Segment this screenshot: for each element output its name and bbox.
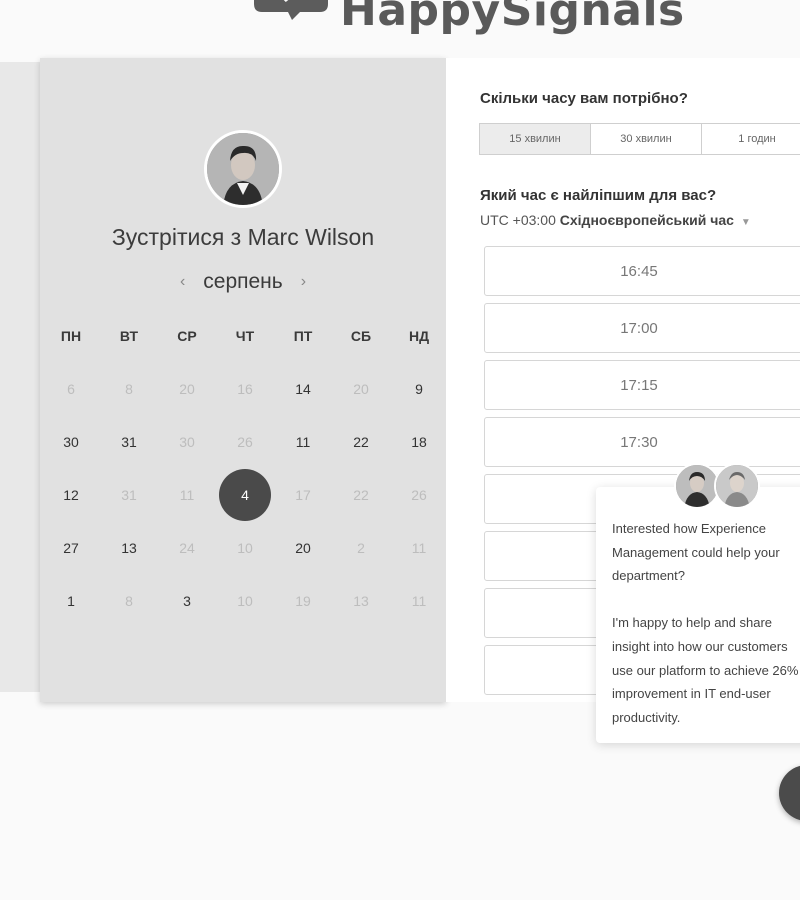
calendar-day[interactable]: 14 — [274, 362, 332, 415]
weekday-header: ПТ — [293, 328, 313, 344]
current-month: серпень — [203, 270, 283, 293]
timezone-name: Східноєвропейський час — [559, 212, 734, 228]
calendar-day: 10 — [237, 592, 253, 609]
timezone-offset: UTC +03:00 — [480, 212, 556, 228]
weekday-header: СР — [177, 328, 197, 344]
calendar-day: 10 — [237, 539, 253, 556]
host-avatar — [204, 130, 282, 208]
calendar-day[interactable]: 1 — [42, 574, 100, 627]
calendar-day: 11 — [179, 486, 195, 503]
calendar-day-selected[interactable]: 4 — [216, 468, 274, 521]
meeting-title: Зустрітися з Marc Wilson — [111, 224, 375, 250]
chat-launcher-button[interactable] — [779, 765, 800, 821]
weekday-header: ВТ — [119, 328, 139, 344]
duration-question: Скільки часу вам потрібно? — [480, 90, 688, 107]
month-navigator: ‹ серпень › — [40, 270, 446, 294]
weekday-header: СБ — [350, 328, 372, 344]
chat-message-text: Interested how Experience Management cou… — [612, 521, 799, 725]
weekday-header: ПН — [60, 328, 82, 344]
calendar-day: 13 — [353, 592, 369, 609]
timezone-selector[interactable]: UTC +03:00 Східноєвропейський час ▼ — [480, 212, 751, 228]
calendar-day: 11 — [411, 539, 427, 556]
calendar-day[interactable]: 30 — [42, 415, 100, 468]
duration-selector: 15 хвилин 30 хвилин 1 годин — [479, 123, 800, 155]
calendar-day[interactable]: 3 — [158, 574, 216, 627]
calendar-day[interactable]: 12 — [42, 468, 100, 521]
calendar-day: 20 — [353, 380, 369, 397]
calendar-day: 8 — [125, 380, 133, 397]
calendar-day: 31 — [121, 486, 137, 503]
duration-option-60[interactable]: 1 годин — [701, 123, 800, 155]
calendar-day[interactable]: 27 — [42, 521, 100, 574]
calendar-day[interactable]: 9 — [390, 362, 448, 415]
calendar-day[interactable]: 20 — [274, 521, 332, 574]
calendar-grid: ПН ВТ СР ЧТ ПТ СБ НД 6 8 20 16 14 20 9 30 31 30 26 11 22 18 1… — [40, 310, 446, 627]
calendar-day: 22 — [353, 486, 369, 503]
agent-avatar — [714, 463, 760, 509]
time-slot[interactable]: 16:45 — [484, 246, 800, 296]
background-panel-edge — [0, 62, 40, 692]
chat-agent-avatars — [674, 463, 764, 513]
caret-down-icon: ▼ — [740, 217, 751, 228]
time-slot[interactable]: 17:00 — [484, 303, 800, 353]
calendar-day: 2 — [357, 539, 365, 556]
calendar-day: 26 — [411, 486, 427, 503]
weekday-header: НД — [408, 328, 430, 344]
brand-name: HappySignals — [340, 0, 685, 36]
calendar-day: 6 — [67, 380, 75, 397]
calendar-day[interactable]: 22 — [332, 415, 390, 468]
time-slot[interactable]: 17:30 — [484, 417, 800, 467]
chat-message-card[interactable]: Interested how Experience Management cou… — [596, 487, 800, 743]
calendar-day: 26 — [237, 433, 253, 450]
calendar-day[interactable]: 31 — [100, 415, 158, 468]
calendar-day: 17 — [295, 486, 311, 503]
calendar-panel: Зустрітися з Marc Wilson ‹ серпень › ПН В… — [40, 58, 446, 702]
time-slot[interactable]: 17:15 — [484, 360, 800, 410]
calendar-day[interactable]: 11 — [274, 415, 332, 468]
speech-bubble-logo-icon — [252, 0, 330, 42]
calendar-day[interactable]: 18 — [390, 415, 448, 468]
duration-option-15[interactable]: 15 хвилин — [479, 123, 591, 155]
calendar-day: 20 — [179, 380, 195, 397]
time-question: Який час є найліпшим для вас? — [480, 187, 717, 204]
brand-logo: HappySignals — [252, 0, 685, 42]
prev-month-chevron-icon[interactable]: ‹ — [180, 273, 185, 291]
next-month-chevron-icon[interactable]: › — [301, 273, 306, 291]
calendar-day: 24 — [179, 539, 195, 556]
calendar-day: 19 — [295, 592, 311, 609]
selected-day-label: 4 — [219, 468, 271, 521]
weekday-header: ЧТ — [235, 328, 255, 344]
calendar-day: 8 — [125, 592, 133, 609]
calendar-day: 11 — [411, 592, 427, 609]
duration-option-30[interactable]: 30 хвилин — [590, 123, 702, 155]
calendar-day: 30 — [179, 433, 195, 450]
calendar-day: 16 — [237, 380, 253, 397]
calendar-day[interactable]: 13 — [100, 521, 158, 574]
